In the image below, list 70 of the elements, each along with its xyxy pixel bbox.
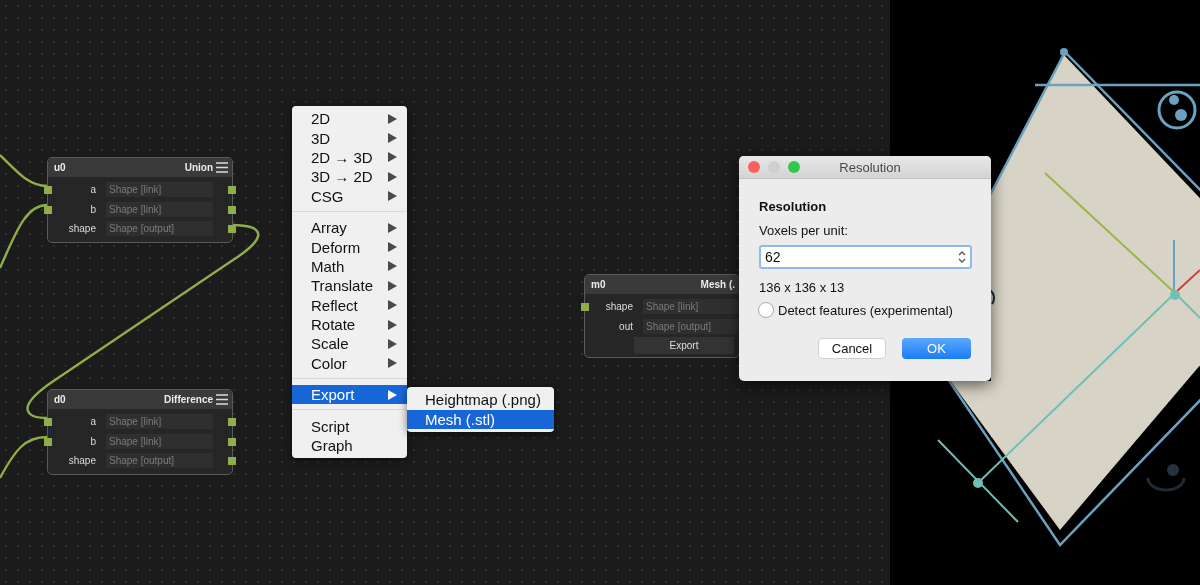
- output-port[interactable]: [228, 205, 236, 214]
- menu-icon[interactable]: [216, 394, 228, 405]
- input-port[interactable]: [581, 303, 589, 311]
- port-label: out: [618, 320, 633, 332]
- caret-right-icon: [388, 300, 397, 311]
- caret-right-icon: [388, 389, 397, 400]
- menu-icon[interactable]: [216, 162, 228, 173]
- menu-item[interactable]: Graph: [292, 435, 407, 456]
- node-name: u0: [54, 162, 66, 173]
- port-label: shape: [67, 223, 96, 235]
- caret-right-icon: [388, 261, 397, 272]
- caret-right-icon: [388, 222, 397, 233]
- number-field[interactable]: 62: [759, 245, 972, 269]
- zoom-button[interactable]: [788, 161, 800, 173]
- caret-right-icon: [388, 280, 397, 291]
- cancel-button[interactable]: Cancel: [818, 338, 886, 359]
- caret-right-icon: [388, 171, 397, 182]
- caret-right-icon: [388, 242, 397, 253]
- input-port[interactable]: [44, 418, 52, 426]
- checkbox[interactable]: [758, 302, 774, 318]
- port-label: a: [89, 184, 96, 196]
- input-port[interactable]: [44, 437, 52, 446]
- caret-right-icon: [388, 358, 397, 369]
- node-name: d0: [54, 394, 66, 405]
- graph-node[interactable]: m0 Mesh (. shape Shape [link] out Shape [output] Export: [584, 274, 740, 358]
- export-button[interactable]: Export: [634, 337, 734, 354]
- window-title: Resolution: [838, 159, 902, 175]
- output-port[interactable]: [228, 437, 236, 446]
- menu-item[interactable]: Rotate: [292, 314, 407, 335]
- port-label: a: [89, 416, 96, 428]
- caret-right-icon: [388, 319, 397, 330]
- caret-right-icon: [388, 113, 397, 124]
- menu-item[interactable]: Heightmap (.png): [407, 390, 554, 410]
- menu-item[interactable]: Script: [292, 416, 407, 436]
- close-button[interactable]: [748, 161, 760, 173]
- port-label: shape: [604, 301, 633, 313]
- dialog-heading: Resolution: [759, 199, 828, 214]
- menu-item[interactable]: Array: [292, 217, 407, 238]
- caret-right-icon: [388, 191, 397, 202]
- field-label: Voxels per unit:: [759, 223, 849, 238]
- menu-item[interactable]: 3D → 2D: [292, 167, 407, 187]
- checkbox-label: Detect features (experimental): [778, 302, 953, 318]
- caret-right-icon: [388, 339, 397, 349]
- port-label: b: [89, 435, 96, 447]
- caret-right-icon: [388, 133, 397, 144]
- node-name: m0: [591, 279, 606, 290]
- input-port[interactable]: [44, 205, 52, 214]
- menu-item[interactable]: Scale: [292, 334, 407, 354]
- menu-item[interactable]: Translate: [292, 276, 407, 296]
- node-title: Union: [184, 162, 213, 173]
- menu-item[interactable]: 2D → 3D: [292, 147, 407, 168]
- menu-item[interactable]: Reflect: [292, 295, 407, 315]
- port-label: shape: [67, 455, 96, 467]
- port-label: b: [89, 203, 96, 215]
- dimensions-text: 136 x 136 x 13: [759, 280, 846, 295]
- graph-node[interactable]: u0 Union a Shape [link] b Shape [link] shape Shape [output]: [47, 157, 233, 243]
- caret-right-icon: [388, 152, 397, 163]
- node-title: Mesh (.: [700, 279, 735, 290]
- menu-item[interactable]: Deform: [292, 237, 407, 257]
- menu-item[interactable]: Color: [292, 353, 407, 374]
- menu-item[interactable]: Export: [292, 385, 407, 405]
- input-port[interactable]: [44, 186, 52, 194]
- stepper-icon[interactable]: [957, 249, 967, 265]
- menu-item[interactable]: 2D: [292, 109, 407, 129]
- menu-item[interactable]: 3D: [292, 128, 407, 148]
- menu-item[interactable]: Mesh (.stl): [407, 409, 554, 429]
- graph-node[interactable]: d0 Difference a Shape [link] b Shape [link] shape Shape [output]: [47, 389, 233, 475]
- node-title: Difference: [164, 394, 213, 405]
- menu-item[interactable]: Math: [292, 256, 407, 277]
- menu-item[interactable]: CSG: [292, 186, 407, 206]
